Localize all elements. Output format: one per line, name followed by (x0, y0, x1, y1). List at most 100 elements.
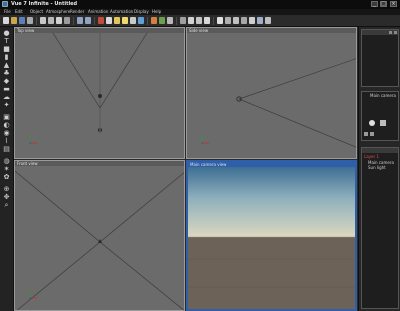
render-icon[interactable] (151, 17, 157, 24)
title-bar: Vue 7 Infinite - Untitled _ □ × (0, 0, 400, 9)
side-view-viewport[interactable]: Side view (186, 27, 357, 159)
path-icon[interactable]: ⌇ (3, 138, 10, 145)
material-icon[interactable]: ◍ (3, 158, 10, 165)
boolean-icon[interactable]: ◐ (3, 122, 10, 129)
undo-icon[interactable] (77, 17, 83, 24)
camera-zoom-icon[interactable] (364, 132, 368, 136)
tree-item-layer[interactable]: Layer 1 (364, 154, 379, 159)
tree-item-sun-light[interactable]: Sun light (368, 165, 386, 170)
pan-icon[interactable] (241, 17, 247, 24)
zoom-icon[interactable] (217, 17, 223, 24)
window-title: Vue 7 Infinite - Untitled (11, 1, 78, 7)
sky (188, 167, 355, 237)
camera-pan-icon[interactable] (380, 120, 386, 126)
world-browser-tabs (362, 148, 398, 153)
cloud-icon[interactable] (130, 17, 136, 24)
sphere-icon[interactable]: ● (3, 30, 10, 37)
toolbar-separator (36, 17, 37, 25)
camera-control-panel[interactable]: Main camera (361, 91, 399, 141)
render-area-icon[interactable] (159, 17, 165, 24)
save-icon[interactable] (19, 17, 25, 24)
panel-close-icon[interactable] (394, 31, 397, 34)
axis-origin (29, 142, 31, 144)
camera-frustum-line (52, 33, 101, 109)
rock-icon[interactable]: ◆ (3, 78, 10, 85)
maximize-button[interactable]: □ (380, 1, 387, 7)
camera-frustum-line (16, 241, 101, 310)
open-folder-icon[interactable] (11, 17, 17, 24)
cut-icon[interactable] (40, 17, 46, 24)
rotate-view-icon[interactable] (196, 17, 202, 24)
camera-frustum-line (15, 170, 101, 243)
pan-tool-icon[interactable]: ✥ (3, 194, 10, 201)
world-browser-panel[interactable]: Layer 1 Main camera Sun light (361, 147, 399, 309)
toolbar-separator (176, 17, 177, 25)
group-icon[interactable]: ▣ (3, 114, 10, 121)
save-as-icon[interactable] (27, 17, 33, 24)
preview-panel[interactable] (361, 29, 399, 87)
new-file-icon[interactable] (3, 17, 9, 24)
paste-icon[interactable] (56, 17, 62, 24)
layout-icon[interactable] (233, 17, 239, 24)
redo-icon[interactable] (85, 17, 91, 24)
preview-panel-header (362, 30, 398, 35)
front-view-viewport[interactable]: Front view (14, 160, 185, 311)
close-button[interactable]: × (390, 1, 397, 7)
metablob-icon[interactable]: ◉ (3, 130, 10, 137)
options-icon[interactable] (265, 17, 271, 24)
search-tool-icon[interactable]: ⌕ (3, 202, 10, 209)
delete-icon[interactable] (64, 17, 70, 24)
plane-icon[interactable]: ▬ (3, 86, 10, 93)
camera-frustum-line (99, 33, 148, 109)
camera-control-title: Main camera (370, 93, 396, 98)
atmosphere-icon[interactable] (138, 17, 144, 24)
move-tool-icon[interactable] (98, 17, 104, 24)
text-icon[interactable]: T (3, 38, 10, 45)
panel-option-icon[interactable] (389, 31, 392, 34)
orbit-icon[interactable] (369, 120, 375, 126)
zoom-tool-icon[interactable]: ⊕ (3, 186, 10, 193)
camera-frustum-line (99, 241, 184, 310)
front-view-canvas[interactable] (15, 166, 185, 311)
camera-frustum-line (99, 172, 184, 243)
top-view-viewport[interactable]: Top view (14, 27, 185, 159)
light-icon[interactable] (114, 17, 120, 24)
camera-roll-icon[interactable] (370, 132, 374, 136)
ecosystem-icon[interactable]: ✿ (3, 174, 10, 181)
sun-icon[interactable] (122, 17, 128, 24)
main-camera-viewport[interactable]: Main camera view (186, 160, 357, 311)
camera-frustum-line (238, 58, 356, 100)
focus-icon[interactable] (204, 17, 210, 24)
axis-origin (29, 297, 31, 299)
copy-icon[interactable] (48, 17, 54, 24)
toolbar-separator (147, 17, 148, 25)
plant-icon[interactable]: ♣ (3, 70, 10, 77)
grid-icon[interactable] (225, 17, 231, 24)
rotate-tool-icon[interactable] (106, 17, 112, 24)
camera-frustum-line (238, 98, 356, 148)
camera-icon[interactable] (180, 17, 186, 24)
right-panel: Main camera Layer 1 Main camera Sun ligh… (358, 27, 400, 311)
left-toolbox: ● T ■ ▮ ▲ ♣ ◆ ▬ ☁ ✦ ▣ ◐ ◉ ⌇ ▤ ◍ ✶ ✿ ⊕ ✥ … (0, 27, 14, 311)
hypertexture-icon[interactable]: ▤ (3, 146, 10, 153)
fullscreen-icon[interactable] (257, 17, 263, 24)
cube-icon[interactable]: ■ (3, 46, 10, 53)
terrain-icon[interactable]: ▲ (3, 62, 10, 69)
toolbar-separator (73, 17, 74, 25)
axis-origin (201, 142, 203, 144)
selected-tool-icon[interactable]: ✶ (3, 166, 10, 173)
side-view-canvas[interactable] (187, 33, 357, 159)
light-tool-icon[interactable]: ✦ (3, 102, 10, 109)
minimize-button[interactable]: _ (371, 1, 378, 7)
target-icon[interactable] (188, 17, 194, 24)
cloud-tool-icon[interactable]: ☁ (3, 94, 10, 101)
toolbar-separator (94, 17, 95, 25)
camera-render-canvas[interactable] (188, 167, 355, 309)
cylinder-icon[interactable]: ▮ (3, 54, 10, 61)
sun-light-marker[interactable] (98, 94, 102, 98)
top-view-canvas[interactable] (15, 33, 185, 159)
preview-icon[interactable] (167, 17, 173, 24)
app-icon (2, 1, 8, 7)
main-toolbar (0, 15, 400, 27)
fit-icon[interactable] (249, 17, 255, 24)
